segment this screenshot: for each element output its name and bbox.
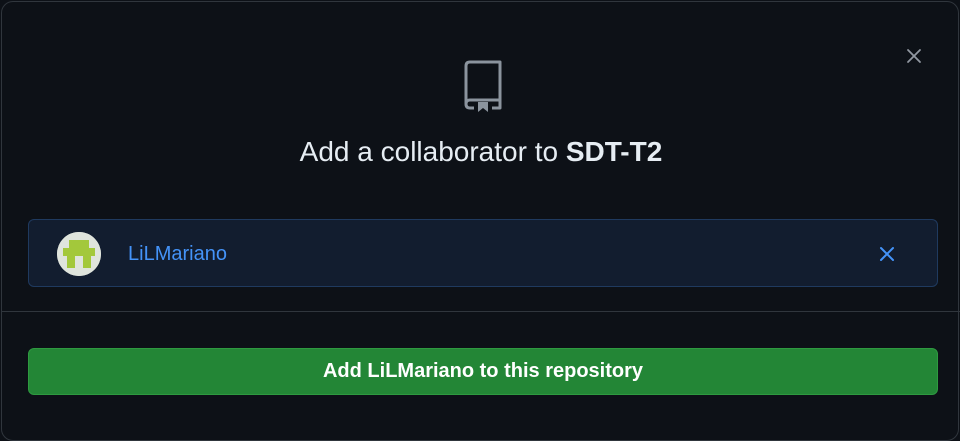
divider <box>2 311 960 312</box>
selected-user-card: LiLMariano <box>28 219 938 287</box>
repo-icon <box>464 60 502 112</box>
close-icon <box>907 49 921 63</box>
repo-name: SDT-T2 <box>565 136 663 167</box>
close-icon <box>880 247 894 261</box>
remove-user-button[interactable] <box>875 242 899 266</box>
avatar <box>57 232 101 276</box>
title-prefix: Add a collaborator to <box>299 136 566 167</box>
close-dialog-button[interactable] <box>900 42 928 70</box>
selected-username[interactable]: LiLMariano <box>128 241 227 267</box>
dialog-title: Add a collaborator to SDT-T2 <box>2 132 960 172</box>
add-collaborator-dialog: Add a collaborator to SDT-T2 LiLMariano … <box>1 1 960 441</box>
identicon-icon <box>57 232 101 276</box>
add-collaborator-button[interactable]: Add LiLMariano to this repository <box>28 348 938 395</box>
